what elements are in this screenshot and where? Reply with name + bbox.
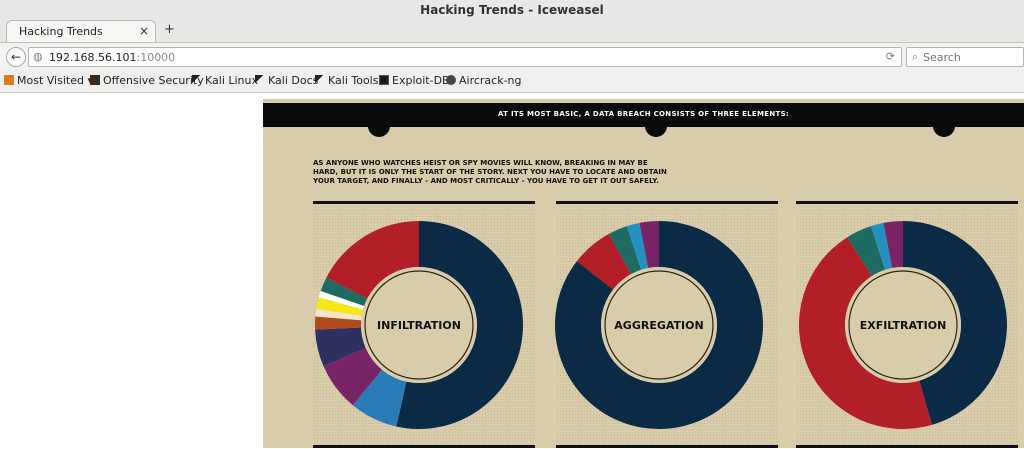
donut-label: INFILTRATION	[377, 319, 461, 332]
page-content: AT ITS MOST BASIC, A DATA BREACH CONSIST…	[0, 93, 1024, 449]
nav-bar: ← ◍ 192.168.56.101:10000 ⟳ ⌕	[0, 42, 1024, 72]
donut-aggregation: AGGREGATION	[555, 221, 763, 429]
donut-infiltration: INFILTRATION	[315, 221, 523, 429]
window-title: Hacking Trends - Iceweasel	[420, 3, 604, 17]
url-text[interactable]: 192.168.56.101:10000	[49, 51, 175, 64]
globe-icon: ◍	[33, 50, 43, 63]
donut-exfiltration: EXFILTRATION	[799, 221, 1008, 429]
rss-icon	[4, 75, 14, 85]
banner-notch	[933, 121, 955, 137]
bookmark-aircrack-ng[interactable]: Aircrack-ng	[446, 74, 522, 87]
kali-dragon-icon	[315, 75, 325, 85]
offsec-icon	[90, 75, 100, 85]
new-tab-icon[interactable]: +	[164, 22, 175, 37]
banner-notch	[645, 121, 667, 137]
tab-strip: Hacking Trends × +	[0, 18, 1024, 42]
reload-icon[interactable]: ⟳	[886, 50, 895, 63]
bookmarks-bar: Most Visited ▾ Offensive Security Kali L…	[0, 70, 1024, 93]
kali-dragon-icon	[255, 75, 265, 85]
kali-dragon-icon	[192, 75, 202, 85]
bookmark-offensive-security[interactable]: Offensive Security	[90, 74, 204, 87]
search-input[interactable]	[923, 50, 1021, 64]
banner-text: AT ITS MOST BASIC, A DATA BREACH CONSIST…	[497, 110, 790, 118]
back-button[interactable]: ←	[6, 47, 26, 67]
tab-hacking-trends[interactable]: Hacking Trends ×	[6, 20, 156, 42]
section-rule	[313, 201, 535, 204]
exploitdb-icon	[379, 75, 389, 85]
bookmark-kali-tools[interactable]: Kali Tools	[315, 74, 378, 87]
aircrack-icon	[446, 75, 456, 85]
url-bar[interactable]: ◍ 192.168.56.101:10000 ⟳	[28, 47, 902, 67]
bookmark-kali-docs[interactable]: Kali Docs	[255, 74, 318, 87]
tab-label: Hacking Trends	[19, 25, 103, 38]
bookmark-exploit-db[interactable]: Exploit-DB	[379, 74, 450, 87]
intro-text: AS ANYONE WHO WATCHES HEIST OR SPY MOVIE…	[313, 159, 667, 185]
section-rule	[796, 201, 1018, 204]
search-icon: ⌕	[912, 50, 919, 63]
section-rule	[556, 201, 778, 204]
search-bar[interactable]: ⌕	[906, 47, 1024, 67]
infographic: AT ITS MOST BASIC, A DATA BREACH CONSIST…	[263, 99, 1024, 449]
banner-notch	[368, 121, 390, 137]
bookmark-most-visited[interactable]: Most Visited ▾	[4, 74, 93, 87]
close-icon[interactable]: ×	[139, 24, 149, 38]
bookmark-kali-linux[interactable]: Kali Linux	[192, 74, 258, 87]
donut-label: AGGREGATION	[614, 319, 703, 332]
donut-label: EXFILTRATION	[860, 319, 947, 332]
